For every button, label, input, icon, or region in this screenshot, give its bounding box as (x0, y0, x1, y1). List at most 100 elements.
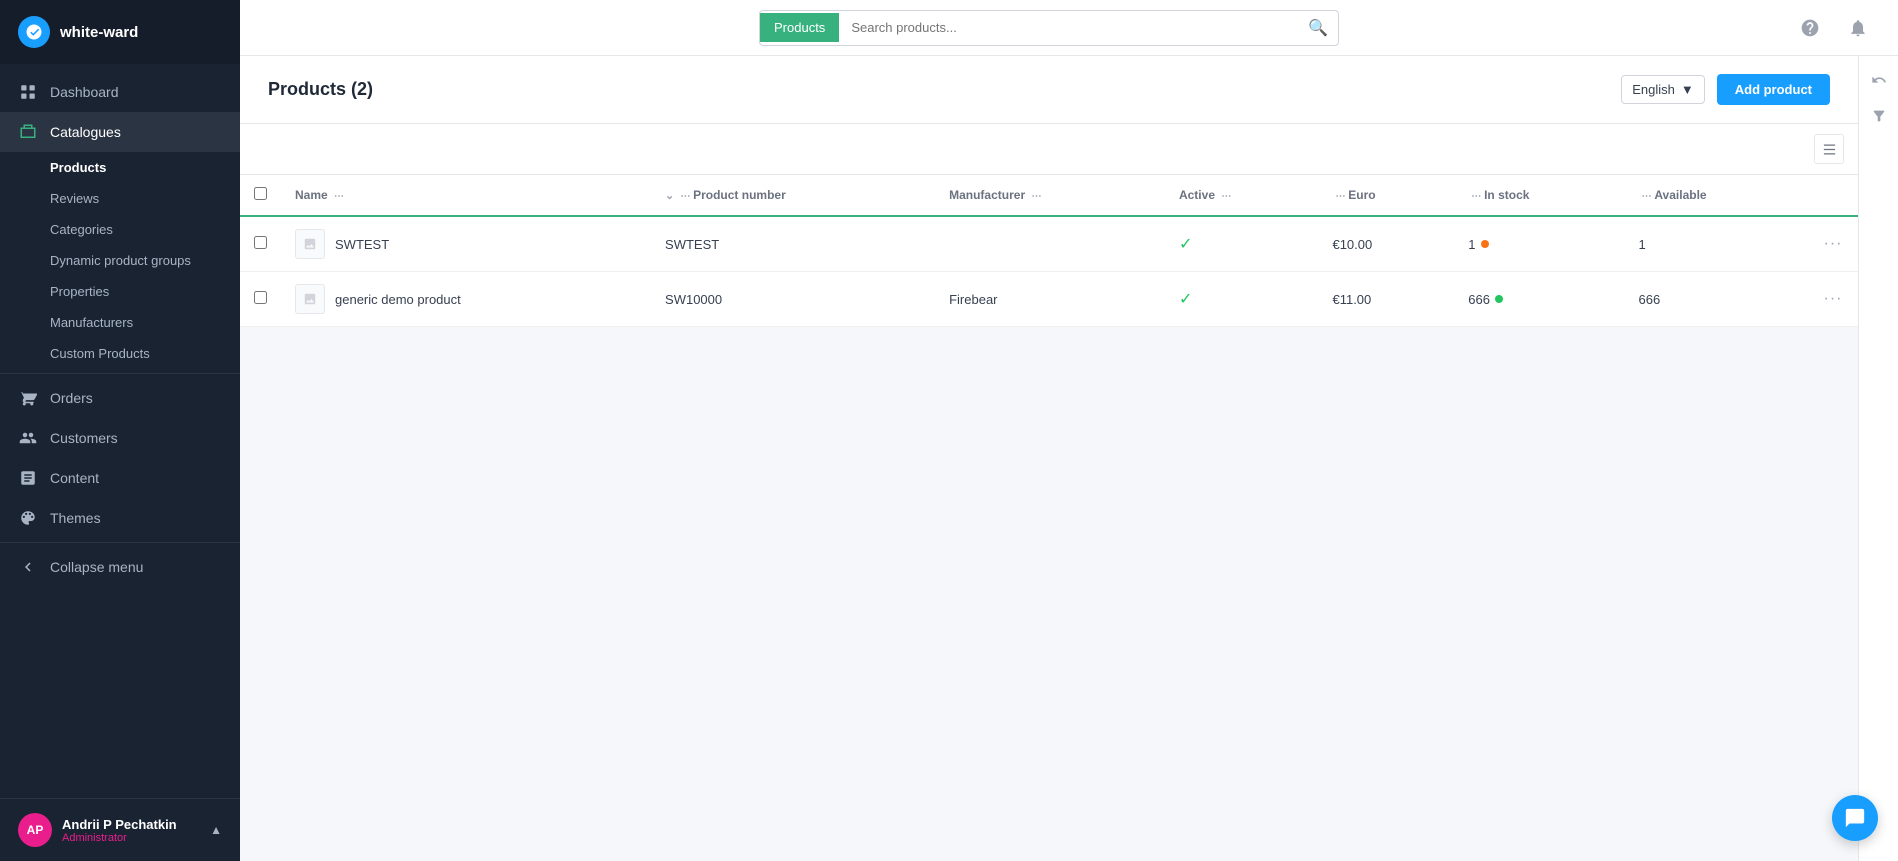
filter-button[interactable] (1863, 100, 1895, 132)
stock-status-dot (1495, 295, 1503, 303)
content-icon (18, 468, 38, 488)
chevron-down-icon: ▼ (1681, 82, 1694, 97)
search-bar: Products 🔍 (759, 10, 1339, 46)
search-button[interactable]: 🔍 (1298, 11, 1338, 45)
columns-settings-button[interactable] (1814, 134, 1844, 164)
in-stock-sort-icon[interactable]: ⋯ (1471, 191, 1484, 202)
sidebar-item-themes[interactable]: Themes (0, 498, 240, 538)
sidebar-item-label: Collapse menu (50, 559, 143, 575)
sidebar-subitem-properties[interactable]: Properties (0, 276, 240, 307)
row-checkbox[interactable] (254, 236, 267, 249)
products-table-container: Name ⋯ ⌄ ⋯ Product number Manufacturer ⋯ (240, 124, 1858, 327)
app-logo (18, 16, 50, 48)
row-actions-cell: ··· (1808, 272, 1858, 327)
row-action-menu-button[interactable]: ··· (1824, 235, 1843, 252)
product-number: SWTEST (651, 216, 935, 272)
select-all-checkbox[interactable] (254, 187, 267, 200)
add-product-button[interactable]: Add product (1717, 74, 1830, 105)
sidebar-item-orders[interactable]: Orders (0, 378, 240, 418)
search-tab[interactable]: Products (760, 13, 839, 42)
product-number-sort-icon[interactable]: ⋯ (680, 191, 693, 202)
sidebar-item-label: Catalogues (50, 124, 121, 140)
sidebar-nav: Dashboard Catalogues Products Reviews Ca… (0, 64, 240, 798)
sidebar-item-dashboard[interactable]: Dashboard (0, 72, 240, 112)
language-label: English (1632, 82, 1675, 97)
sidebar-item-content[interactable]: Content (0, 458, 240, 498)
product-active: ✓ (1165, 216, 1319, 272)
right-sidebar (1858, 56, 1898, 861)
product-manufacturer: Firebear (935, 272, 1165, 327)
page-title: Products (2) (268, 79, 373, 100)
name-sort-icon[interactable]: ⋯ (334, 191, 344, 202)
product-active: ✓ (1165, 272, 1319, 327)
table-body: SWTEST SWTEST ✓ €10.00 1 (240, 216, 1858, 327)
sidebar-subitem-categories[interactable]: Categories (0, 214, 240, 245)
notifications-button[interactable] (1842, 12, 1874, 44)
stock-count: 666 (1468, 292, 1490, 307)
row-action-menu-button[interactable]: ··· (1824, 290, 1843, 307)
sidebar-item-customers[interactable]: Customers (0, 418, 240, 458)
active-sort-icon[interactable]: ⋯ (1221, 191, 1231, 202)
table-header-row: Name ⋯ ⌄ ⋯ Product number Manufacturer ⋯ (240, 175, 1858, 216)
product-name-cell: generic demo product (281, 272, 651, 327)
sidebar: white-ward Dashboard Catalogues Products… (0, 0, 240, 861)
sidebar-header: white-ward (0, 0, 240, 64)
page-header-actions: English ▼ Add product (1621, 74, 1830, 105)
avatar: AP (18, 813, 52, 847)
dashboard-icon (18, 82, 38, 102)
header-actions (1808, 175, 1858, 216)
user-info: Andrii P Pechatkin Administrator (62, 817, 200, 844)
active-check-icon: ✓ (1179, 291, 1192, 308)
sidebar-subitem-dynamic-product-groups[interactable]: Dynamic product groups (0, 245, 240, 276)
product-image (295, 229, 325, 259)
active-check-icon: ✓ (1179, 236, 1192, 253)
themes-icon (18, 508, 38, 528)
product-name[interactable]: SWTEST (335, 237, 389, 252)
search-input[interactable] (839, 13, 1298, 42)
catalogues-icon (18, 122, 38, 142)
content-wrapper: Products (2) English ▼ Add product (240, 56, 1898, 861)
topbar: Products 🔍 (240, 0, 1898, 56)
chevron-up-icon: ▲ (210, 823, 222, 837)
help-button[interactable] (1794, 12, 1826, 44)
row-checkbox-cell (240, 216, 281, 272)
euro-sort-icon[interactable]: ⋯ (1335, 191, 1348, 202)
sidebar-subitem-products[interactable]: Products (0, 152, 240, 183)
user-profile[interactable]: AP Andrii P Pechatkin Administrator ▲ (0, 798, 240, 861)
topbar-right (1794, 12, 1874, 44)
product-available: 1 (1625, 216, 1808, 272)
header-manufacturer: Manufacturer ⋯ (935, 175, 1165, 216)
sidebar-item-label: Content (50, 470, 99, 486)
sidebar-item-collapse[interactable]: Collapse menu (0, 547, 240, 587)
sidebar-item-label: Customers (50, 430, 118, 446)
main-area: Products 🔍 Products (2) English ▼ (240, 0, 1898, 861)
chat-button[interactable] (1832, 795, 1878, 841)
product-number: SW10000 (651, 272, 935, 327)
stock-status-dot (1481, 240, 1489, 248)
page-header: Products (2) English ▼ Add product (240, 56, 1858, 124)
header-available: ⋯ Available (1625, 175, 1808, 216)
app-name: white-ward (60, 24, 138, 41)
product-stock: 1 (1454, 216, 1624, 272)
row-checkbox-cell (240, 272, 281, 327)
product-name[interactable]: generic demo product (335, 292, 461, 307)
collapse-icon (18, 557, 38, 577)
product-price: €11.00 (1318, 272, 1454, 327)
table-top-actions (240, 124, 1858, 175)
undo-button[interactable] (1863, 64, 1895, 96)
stock-count: 1 (1468, 237, 1475, 252)
sidebar-subitem-custom-products[interactable]: Custom Products (0, 338, 240, 369)
user-name: Andrii P Pechatkin (62, 817, 200, 832)
sidebar-item-label: Orders (50, 390, 93, 406)
language-selector[interactable]: English ▼ (1621, 75, 1705, 104)
row-checkbox[interactable] (254, 291, 267, 304)
products-table: Name ⋯ ⌄ ⋯ Product number Manufacturer ⋯ (240, 175, 1858, 327)
customers-icon (18, 428, 38, 448)
sidebar-item-label: Themes (50, 510, 101, 526)
manufacturer-sort-icon[interactable]: ⋯ (1031, 191, 1041, 202)
available-sort-icon[interactable]: ⋯ (1642, 191, 1655, 202)
product-image (295, 284, 325, 314)
sidebar-subitem-reviews[interactable]: Reviews (0, 183, 240, 214)
sidebar-item-catalogues[interactable]: Catalogues (0, 112, 240, 152)
sidebar-subitem-manufacturers[interactable]: Manufacturers (0, 307, 240, 338)
